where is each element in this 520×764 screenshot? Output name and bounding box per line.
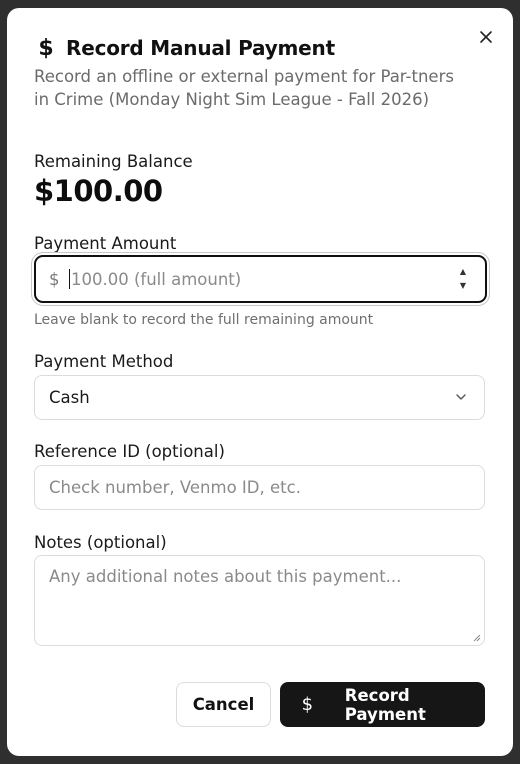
notes-textarea[interactable]: Any additional notes about this payment.… [34, 555, 485, 646]
close-icon [480, 31, 492, 43]
reference-id-label: Reference ID (optional) [34, 442, 225, 461]
dollar-sign-icon: $ [38, 35, 54, 61]
payment-amount-input[interactable]: $ 100.00 (full amount) ▲ ▼ [34, 255, 487, 303]
stepper-up-icon[interactable]: ▲ [460, 267, 466, 277]
dialog-title: Record Manual Payment [66, 36, 335, 60]
notes-label: Notes (optional) [34, 533, 167, 552]
payment-amount-placeholder: 100.00 (full amount) [71, 269, 242, 289]
dollar-sign-icon: $ [301, 694, 314, 715]
record-payment-label: Record Payment [344, 685, 426, 724]
remaining-balance-value: $100.00 [34, 174, 163, 208]
remaining-balance-label: Remaining Balance [34, 152, 193, 171]
stepper-down-icon[interactable]: ▼ [460, 281, 466, 291]
number-stepper[interactable]: ▲ ▼ [458, 267, 468, 291]
payment-amount-hint: Leave blank to record the full remaining… [34, 312, 374, 328]
dialog-header: $ Record Manual Payment [34, 34, 335, 62]
text-caret [69, 269, 70, 289]
close-button[interactable] [475, 26, 497, 48]
payment-amount-label: Payment Amount [34, 234, 177, 253]
dialog-subtitle: Record an offline or external payment fo… [34, 67, 454, 109]
payment-method-label: Payment Method [34, 352, 174, 371]
payment-method-select[interactable]: Cash [34, 375, 485, 420]
record-payment-dialog: $ Record Manual Payment Record an offlin… [7, 8, 513, 756]
notes-placeholder: Any additional notes about this payment.… [49, 567, 402, 586]
cancel-button[interactable]: Cancel [176, 682, 271, 727]
payment-method-value: Cash [49, 388, 90, 407]
reference-id-placeholder: Check number, Venmo ID, etc. [49, 478, 301, 497]
chevron-down-icon [456, 394, 466, 400]
resize-handle-icon[interactable] [473, 634, 481, 642]
currency-prefix: $ [49, 269, 60, 289]
reference-id-input[interactable]: Check number, Venmo ID, etc. [34, 465, 485, 510]
record-payment-button[interactable]: $ Record Payment [280, 682, 485, 727]
